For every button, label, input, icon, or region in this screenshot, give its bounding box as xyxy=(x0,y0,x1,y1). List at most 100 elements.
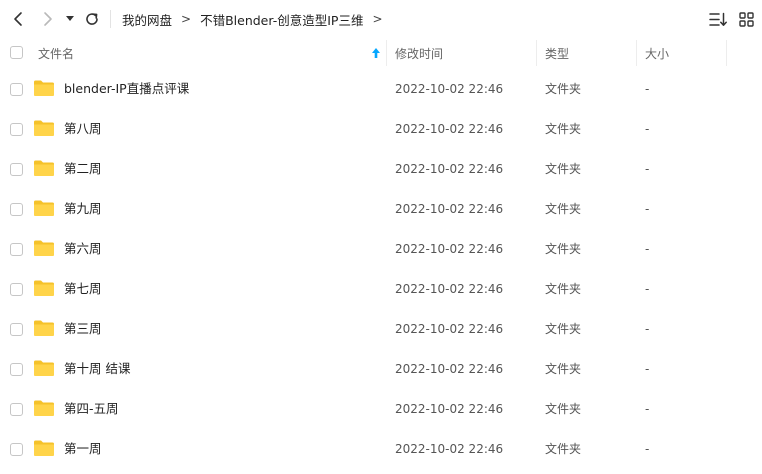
breadcrumb-separator: > xyxy=(372,12,383,26)
row-checkbox[interactable] xyxy=(10,283,23,296)
file-type: 文件夹 xyxy=(545,122,582,136)
file-modified-time: 2022-10-02 22:46 xyxy=(395,322,504,336)
folder-icon xyxy=(34,200,54,216)
folder-icon xyxy=(34,160,54,176)
file-modified-time: 2022-10-02 22:46 xyxy=(395,242,504,256)
back-icon xyxy=(14,12,22,26)
back-button[interactable] xyxy=(8,9,28,29)
breadcrumb-item-current[interactable]: 不错Blender-创意造型IP三维 xyxy=(200,10,363,29)
file-modified-time: 2022-10-02 22:46 xyxy=(395,202,504,216)
table-row[interactable]: 第七周 2022-10-02 22:46 文件夹 - xyxy=(0,269,762,309)
grid-view-icon xyxy=(738,11,754,27)
file-name[interactable]: 第四-五周 xyxy=(64,389,119,429)
table-row[interactable]: 第一周 2022-10-02 22:46 文件夹 - xyxy=(0,429,762,469)
folder-icon xyxy=(34,320,54,336)
row-checkbox[interactable] xyxy=(10,243,23,256)
file-size: - xyxy=(645,322,650,336)
file-type: 文件夹 xyxy=(545,202,582,216)
table-row[interactable]: 第六周 2022-10-02 22:46 文件夹 - xyxy=(0,229,762,269)
breadcrumb-item-root[interactable]: 我的网盘 xyxy=(122,10,172,29)
grid-view-button[interactable] xyxy=(737,11,755,27)
file-name[interactable]: 第六周 xyxy=(64,229,102,269)
file-size: - xyxy=(645,242,650,256)
folder-icon xyxy=(34,400,54,416)
row-checkbox[interactable] xyxy=(10,123,23,136)
file-type: 文件夹 xyxy=(545,362,582,376)
file-name[interactable]: 第九周 xyxy=(64,189,102,229)
column-divider[interactable] xyxy=(386,40,387,66)
folder-icon xyxy=(34,360,54,376)
file-name[interactable]: 第二周 xyxy=(64,149,102,189)
forward-button[interactable] xyxy=(38,9,58,29)
column-header-type[interactable]: 类型 xyxy=(545,38,569,68)
file-name[interactable]: blender-IP直播点评课 xyxy=(64,69,189,109)
dropdown-icon xyxy=(66,16,74,21)
folder-icon xyxy=(34,80,54,96)
table-row[interactable]: 第二周 2022-10-02 22:46 文件夹 - xyxy=(0,149,762,189)
file-modified-time: 2022-10-02 22:46 xyxy=(395,362,504,376)
row-checkbox[interactable] xyxy=(10,363,23,376)
file-modified-time: 2022-10-02 22:46 xyxy=(395,282,504,296)
file-size: - xyxy=(645,162,650,176)
sort-button[interactable] xyxy=(709,11,727,27)
folder-icon xyxy=(34,240,54,256)
table-row[interactable]: 第八周 2022-10-02 22:46 文件夹 - xyxy=(0,109,762,149)
column-divider[interactable] xyxy=(636,40,637,66)
file-size: - xyxy=(645,442,650,456)
row-checkbox[interactable] xyxy=(10,203,23,216)
file-size: - xyxy=(645,202,650,216)
table-row[interactable]: 第三周 2022-10-02 22:46 文件夹 - xyxy=(0,309,762,349)
row-checkbox[interactable] xyxy=(10,163,23,176)
column-header-name[interactable]: 文件名 xyxy=(38,38,74,68)
folder-icon xyxy=(34,440,54,456)
column-header: 文件名 修改时间 类型 大小 xyxy=(0,38,762,68)
column-divider[interactable] xyxy=(536,40,537,66)
file-size: - xyxy=(645,282,650,296)
column-header-size[interactable]: 大小 xyxy=(645,38,669,68)
breadcrumb-separator: > xyxy=(181,12,192,26)
column-divider[interactable] xyxy=(726,40,727,66)
table-row[interactable]: 第九周 2022-10-02 22:46 文件夹 - xyxy=(0,189,762,229)
folder-icon xyxy=(34,120,54,136)
file-name[interactable]: 第三周 xyxy=(64,309,102,349)
toolbar: 我的网盘 > 不错Blender-创意造型IP三维 > xyxy=(0,0,762,38)
forward-icon xyxy=(44,12,52,26)
file-modified-time: 2022-10-02 22:46 xyxy=(395,122,504,136)
file-name[interactable]: 第十周 结课 xyxy=(64,349,130,389)
file-type: 文件夹 xyxy=(545,162,582,176)
file-modified-time: 2022-10-02 22:46 xyxy=(395,402,504,416)
file-type: 文件夹 xyxy=(545,242,582,256)
file-type: 文件夹 xyxy=(545,282,582,296)
refresh-icon xyxy=(86,13,98,25)
file-modified-time: 2022-10-02 22:46 xyxy=(395,82,504,96)
toolbar-separator xyxy=(110,10,111,28)
breadcrumb: 我的网盘 > 不错Blender-创意造型IP三维 > xyxy=(122,10,392,28)
file-type: 文件夹 xyxy=(545,402,582,416)
file-size: - xyxy=(645,122,650,136)
file-type: 文件夹 xyxy=(545,322,582,336)
file-type: 文件夹 xyxy=(545,82,582,96)
history-dropdown-button[interactable] xyxy=(62,9,78,29)
file-modified-time: 2022-10-02 22:46 xyxy=(395,442,504,456)
sort-ascending-icon xyxy=(372,48,380,58)
row-checkbox[interactable] xyxy=(10,403,23,416)
file-size: - xyxy=(645,362,650,376)
row-checkbox[interactable] xyxy=(10,443,23,456)
file-name[interactable]: 第八周 xyxy=(64,109,102,149)
sort-list-icon xyxy=(709,12,727,26)
select-all-checkbox[interactable] xyxy=(10,46,23,59)
row-checkbox[interactable] xyxy=(10,83,23,96)
file-list: blender-IP直播点评课 2022-10-02 22:46 文件夹 - 第… xyxy=(0,69,762,469)
refresh-button[interactable] xyxy=(82,9,102,29)
file-type: 文件夹 xyxy=(545,442,582,456)
file-modified-time: 2022-10-02 22:46 xyxy=(395,162,504,176)
file-name[interactable]: 第一周 xyxy=(64,429,102,469)
file-name[interactable]: 第七周 xyxy=(64,269,102,309)
file-size: - xyxy=(645,402,650,416)
table-row[interactable]: 第四-五周 2022-10-02 22:46 文件夹 - xyxy=(0,389,762,429)
row-checkbox[interactable] xyxy=(10,323,23,336)
table-row[interactable]: blender-IP直播点评课 2022-10-02 22:46 文件夹 - xyxy=(0,69,762,109)
column-header-mtime[interactable]: 修改时间 xyxy=(395,38,443,68)
table-row[interactable]: 第十周 结课 2022-10-02 22:46 文件夹 - xyxy=(0,349,762,389)
folder-icon xyxy=(34,280,54,296)
